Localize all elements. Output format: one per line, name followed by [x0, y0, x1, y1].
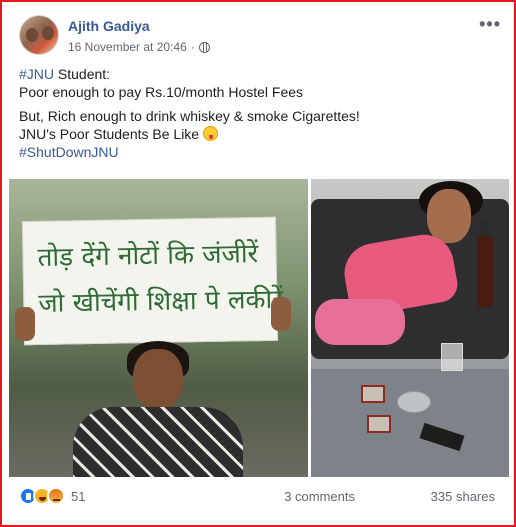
post-text-line-1: #JNU Student: Poor enough to pay Rs.10/mo…	[19, 66, 304, 100]
author-name[interactable]: Ajith Gadiya	[68, 18, 150, 34]
person-head	[133, 349, 183, 409]
post-timestamp[interactable]: 16 November at 20:46	[68, 40, 187, 54]
post-text-line-3: But, Rich enough to drink whiskey & smok…	[19, 108, 360, 160]
avatar-face	[26, 28, 38, 42]
person-kurta	[73, 407, 243, 477]
protest-placard: तोड़ देंगे नोटों कि जंजीरें जो खीचेंगी श…	[21, 216, 283, 346]
post-text-line-2: Poor enough to pay Rs.10/month Hostel Fe…	[19, 84, 304, 100]
post-card: Ajith Gadiya 16 November at 20:46 · ••• …	[0, 0, 516, 527]
post-footer: 51 3 comments 335 shares	[19, 486, 505, 508]
post-meta: 16 November at 20:46 ·	[68, 40, 210, 54]
post-text: #JNU Student: Poor enough to pay Rs.10/mo…	[19, 65, 505, 167]
hand-right	[271, 297, 291, 331]
post-images: तोड़ देंगे नोटों कि जंजीरें जो खीचेंगी श…	[9, 179, 509, 477]
ashtray	[397, 391, 431, 413]
avatar-face	[42, 26, 54, 40]
post-header: Ajith Gadiya 16 November at 20:46 · •••	[19, 15, 505, 59]
reactions-summary[interactable]: 51	[19, 487, 85, 505]
whiskey-bottle	[477, 221, 493, 307]
hashtag-shutdownjnu[interactable]: #ShutDownJNU	[19, 144, 119, 160]
hashtag-jnu[interactable]: #JNU	[19, 66, 54, 82]
hand-left	[15, 307, 35, 341]
tongue-out-emoji-icon	[202, 126, 218, 141]
protest-photo[interactable]: तोड़ देंगे नोटों कि जंजीरें जो खीचेंगी श…	[9, 179, 308, 477]
shares-link[interactable]: 335 shares	[431, 489, 495, 504]
comments-link[interactable]: 3 comments	[284, 489, 355, 504]
more-options-icon[interactable]: •••	[479, 15, 501, 33]
angry-icon	[47, 487, 65, 505]
placard-line-1: तोड़ देंगे नोटों कि जंजीरें	[37, 239, 259, 273]
globe-icon	[198, 41, 210, 53]
party-photo[interactable]	[311, 179, 509, 477]
drinking-glass	[441, 343, 463, 371]
cigarette-pack	[367, 415, 391, 433]
reaction-count: 51	[71, 488, 86, 504]
person-head	[427, 189, 471, 243]
cigarette-pack	[361, 385, 385, 403]
person-pink-shorts	[315, 299, 405, 345]
placard-line-2: जो खीचेंगी शिक्षा पे लकीरें	[38, 284, 284, 319]
post-text-line-4: JNU's Poor Students Be Like	[19, 126, 203, 142]
glass-table	[311, 369, 509, 477]
avatar[interactable]	[19, 15, 59, 55]
